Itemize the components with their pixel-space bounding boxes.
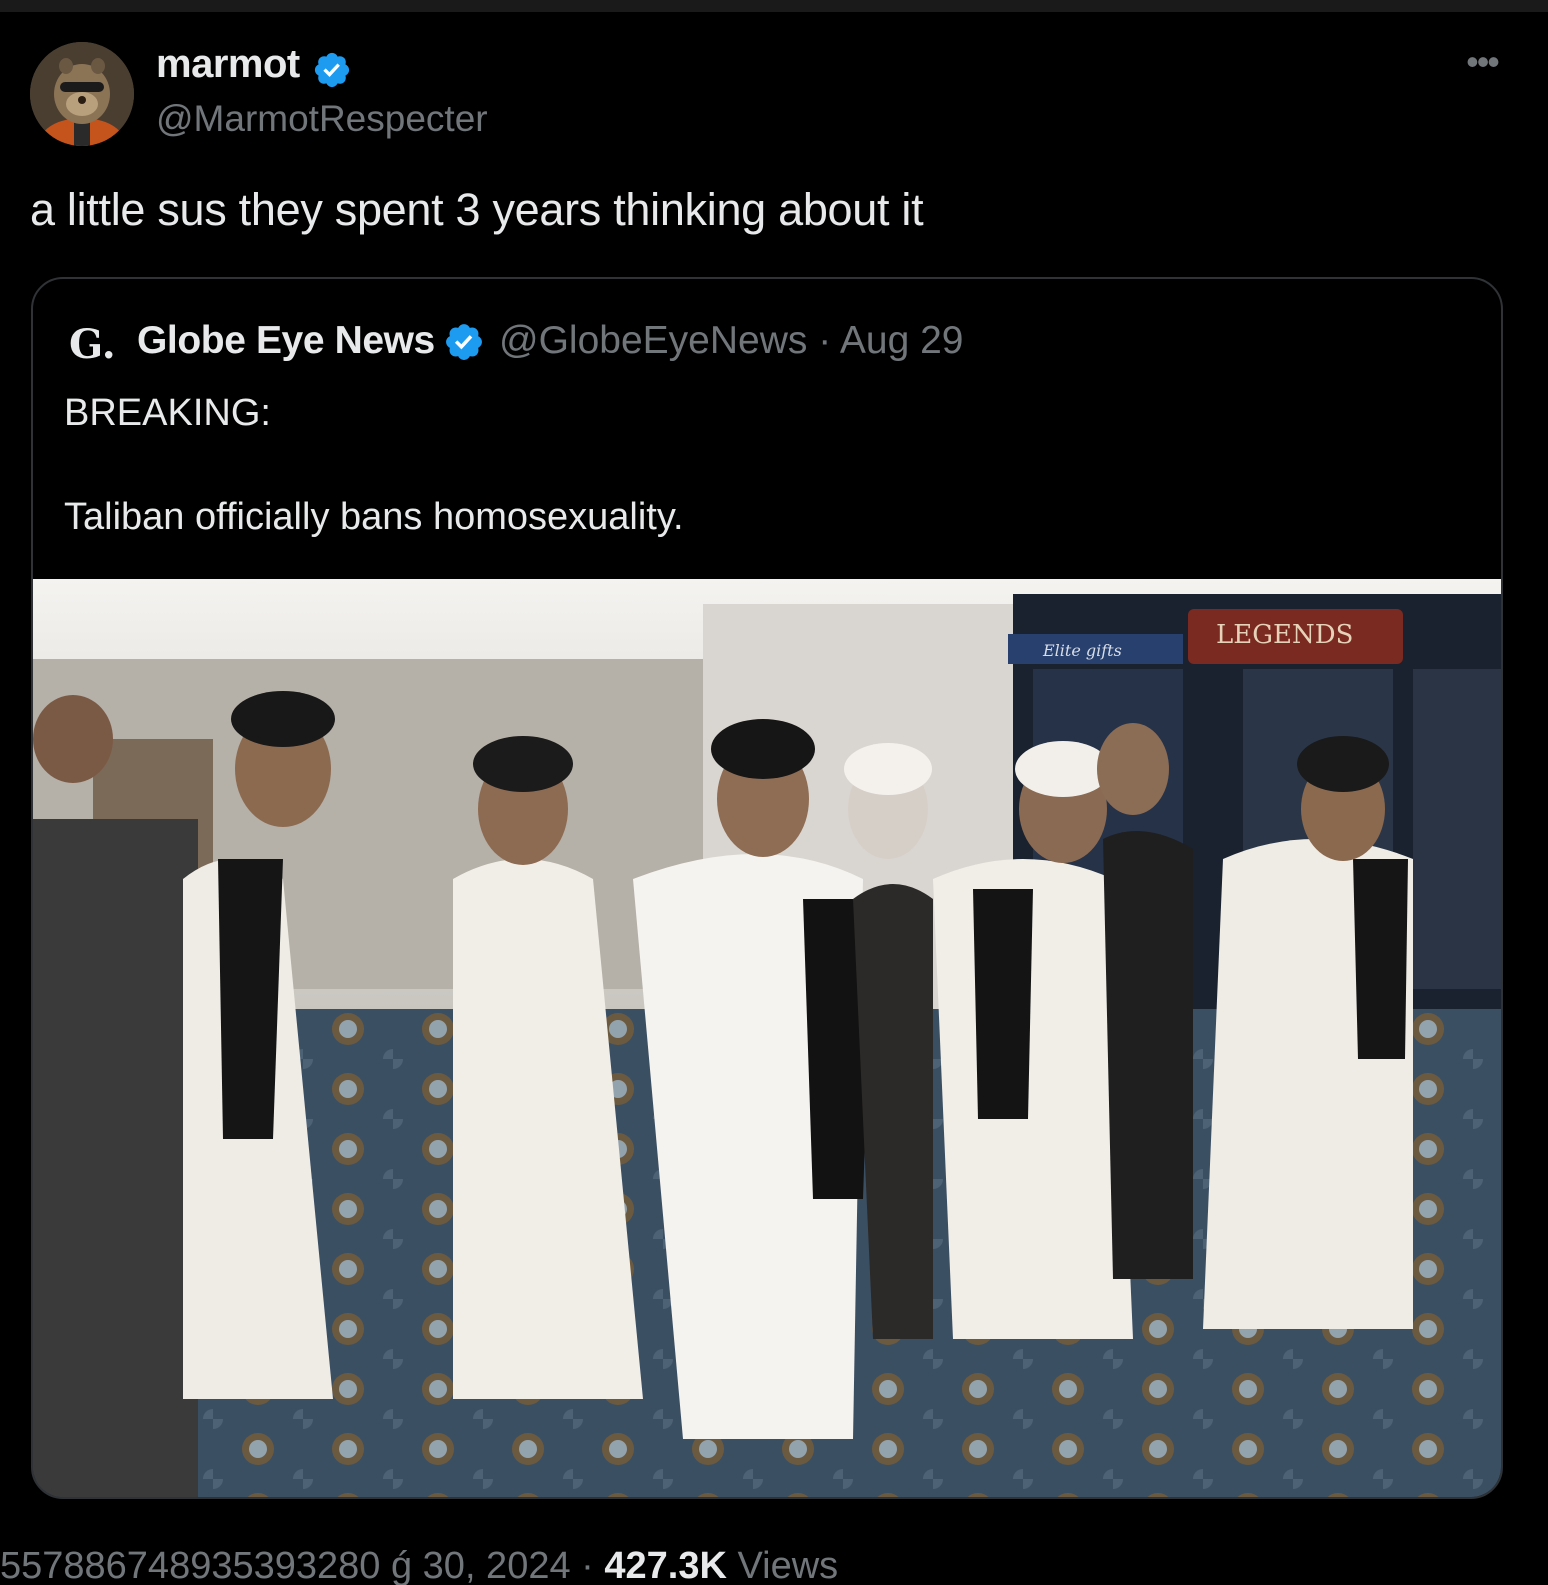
more-horizontal-icon: ••• [1466, 41, 1500, 82]
author-display-name[interactable]: marmot [156, 42, 300, 87]
top-strip [0, 0, 1548, 12]
views-label: Views [737, 1545, 839, 1585]
quoted-tweet-card[interactable]: G. Globe Eye News @GlobeEyeNews · Aug 29… [31, 277, 1503, 1499]
more-options-button[interactable]: ••• [1460, 44, 1504, 82]
verified-badge-icon [312, 50, 352, 90]
quote-verified-badge-icon [443, 321, 485, 363]
group-walking-photo: Elite gifts LEGENDS [33, 579, 1501, 1497]
tweet-id-fragment: 557886748935393280 [0, 1545, 381, 1585]
svg-text:LEGENDS: LEGENDS [1216, 620, 1353, 650]
tweet-date-fragment[interactable]: ǵ 30, 2024 · [391, 1545, 594, 1585]
author-handle[interactable]: @MarmotRespecter [156, 98, 488, 140]
quote-text: BREAKING: Taliban officially bans homose… [64, 392, 684, 538]
views-count: 427.3K [604, 1545, 727, 1585]
quote-handle-and-date: @GlobeEyeNews · Aug 29 [499, 319, 964, 362]
author-avatar[interactable] [30, 42, 134, 146]
quote-photo[interactable]: Elite gifts LEGENDS [33, 579, 1501, 1497]
svg-text:Elite gifts: Elite gifts [1042, 641, 1122, 660]
quote-author-logo: G. [69, 321, 116, 368]
quote-author-name: Globe Eye News [137, 319, 435, 362]
tweet-meta-line: 557886748935393280 ǵ 30, 2024 · 427.3K V… [0, 1545, 1548, 1585]
marmot-avatar-image [30, 42, 134, 146]
tweet-text: a little sus they spent 3 years thinking… [30, 184, 924, 235]
